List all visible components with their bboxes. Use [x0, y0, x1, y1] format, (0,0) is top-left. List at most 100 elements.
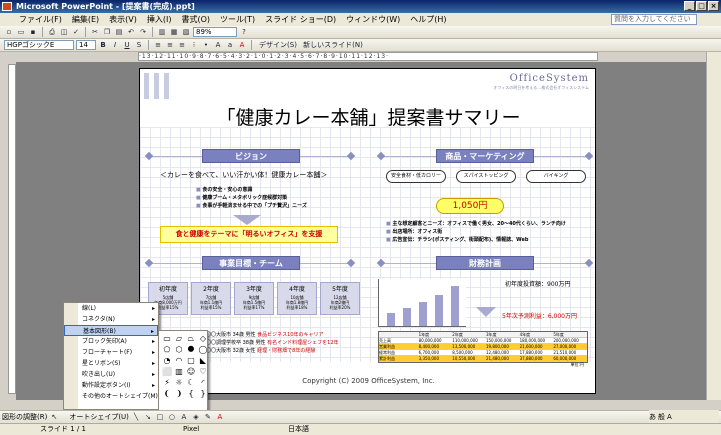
shape-pentagon[interactable]: ⬠: [161, 344, 173, 355]
minimize-button[interactable]: _: [684, 1, 695, 11]
underline-icon[interactable]: U: [122, 40, 132, 50]
line-icon[interactable]: ╲: [131, 412, 141, 422]
shape-rectangle[interactable]: ▭: [161, 333, 173, 344]
align-left-icon[interactable]: ≡: [153, 40, 163, 50]
maximize-button[interactable]: □: [696, 1, 707, 11]
autoshape-menu-button[interactable]: オートシェイプ(U): [69, 412, 129, 422]
copy-icon[interactable]: ❐: [102, 27, 112, 37]
draw-menu-button[interactable]: 図形の調整(R): [2, 412, 47, 422]
menu-format[interactable]: 書式(O): [176, 13, 215, 26]
menu-item-stars-ribbons[interactable]: 星とリボン(S) ▸: [64, 358, 158, 369]
line-color-icon[interactable]: ✎: [203, 412, 213, 422]
shrink-font-icon[interactable]: a: [225, 40, 235, 50]
menu-window[interactable]: ウィンドウ(W): [341, 13, 405, 26]
menu-item-action-buttons[interactable]: 動作設定ボタン(I) ▸: [64, 380, 158, 391]
ime-mode[interactable]: 般: [658, 412, 665, 422]
shape-triangle[interactable]: ◣: [197, 355, 209, 366]
shape-left-brace[interactable]: {: [185, 388, 197, 399]
menu-help[interactable]: ヘルプ(H): [405, 13, 451, 26]
preview-icon[interactable]: ◫: [59, 27, 69, 37]
shape-lightning[interactable]: ⚡: [161, 377, 173, 388]
menu-item-connectors[interactable]: コネクタ(N) ▸: [64, 314, 158, 325]
menu-insert[interactable]: 挿入(I): [142, 13, 177, 26]
oval-icon[interactable]: ○: [167, 412, 177, 422]
product-pill[interactable]: 安全食材・低カロリー: [386, 170, 446, 183]
shape-oval[interactable]: ◯: [197, 344, 209, 355]
menu-item-more-autoshapes[interactable]: その他のオートシェイプ(M): [64, 391, 158, 402]
shape-octagon[interactable]: ⯃: [185, 344, 197, 355]
undo-icon[interactable]: ↶: [126, 27, 136, 37]
vision-header[interactable]: ビジョン: [202, 149, 300, 163]
ime-hiragana[interactable]: あ: [649, 412, 656, 422]
redo-icon[interactable]: ↷: [138, 27, 148, 37]
font-color-icon[interactable]: A: [237, 40, 247, 50]
menu-item-block-arrows[interactable]: ブロック矢印(A) ▸: [64, 336, 158, 347]
finance-header[interactable]: 財務計画: [436, 256, 534, 270]
finance-chart[interactable]: [378, 279, 466, 327]
product-pill[interactable]: バイキング: [526, 170, 586, 183]
zoom-combo[interactable]: 89%: [193, 27, 237, 37]
chart-icon[interactable]: ▥: [157, 27, 167, 37]
menu-edit[interactable]: 編集(E): [67, 13, 104, 26]
shape-parallelogram[interactable]: ▱: [173, 333, 185, 344]
shape-hexagon[interactable]: ⬡: [173, 344, 185, 355]
print-icon[interactable]: ⎙: [47, 27, 57, 37]
numbering-icon[interactable]: ⁝: [189, 40, 199, 50]
goal-textbox[interactable]: 食と健康をテーマに「明るいオフィス」を支援: [160, 226, 338, 243]
shape-left-paren[interactable]: ❨: [161, 388, 173, 399]
shape-sun[interactable]: ☼: [173, 377, 185, 388]
shape-right-brace[interactable]: }: [197, 388, 209, 399]
vertical-scrollbar[interactable]: [706, 52, 721, 400]
year-block[interactable]: 2年度 7店舗 年商1.1億円 利益率15%: [191, 282, 231, 315]
ime-alpha[interactable]: A: [667, 413, 672, 421]
menu-item-lines[interactable]: 線(L) ▸: [64, 303, 158, 314]
year-block[interactable]: 3年度 9店舗 年商1.5億円 利益率17%: [234, 282, 274, 315]
price-badge[interactable]: 1,050円: [436, 198, 504, 214]
textbox-icon[interactable]: A: [179, 412, 189, 422]
close-button[interactable]: ×: [708, 1, 719, 11]
finance-table[interactable]: 1年度 2年度 3年度 4年度 5年度 売上高 80,000,000 110,0…: [378, 331, 588, 367]
design-button[interactable]: デザイン(S): [256, 40, 300, 50]
shape-right-paren[interactable]: ❩: [173, 388, 185, 399]
new-icon[interactable]: ▫: [4, 27, 14, 37]
menu-item-callouts[interactable]: 吹き出し(U) ▸: [64, 369, 158, 380]
bullets-icon[interactable]: •: [201, 40, 211, 50]
shape-bracket[interactable]: ◜: [197, 377, 209, 388]
bold-icon[interactable]: B: [98, 40, 108, 50]
shadow-icon[interactable]: S: [134, 40, 144, 50]
shape-arc[interactable]: ◠: [173, 355, 185, 366]
shape-trapezoid[interactable]: ⏢: [185, 333, 197, 344]
fill-color-icon[interactable]: ◈: [191, 412, 201, 422]
help-icon[interactable]: ?: [239, 27, 249, 37]
menu-slideshow[interactable]: スライド ショー(D): [260, 13, 341, 26]
goals-header[interactable]: 事業目標・チーム: [202, 256, 300, 270]
menu-tools[interactable]: ツール(T): [215, 13, 260, 26]
rectangle-icon[interactable]: □: [155, 412, 165, 422]
shape-moon[interactable]: ☾: [185, 377, 197, 388]
slide-title[interactable]: 「健康カレー本舗」提案書サマリー: [140, 103, 595, 130]
font-combo[interactable]: HGPゴシックE: [4, 40, 74, 50]
font-size-combo[interactable]: 14: [76, 40, 96, 50]
align-right-icon[interactable]: ≡: [177, 40, 187, 50]
shape-can[interactable]: ▥: [173, 366, 185, 377]
spell-icon[interactable]: ✓: [71, 27, 81, 37]
save-icon[interactable]: ▪: [28, 27, 38, 37]
italic-icon[interactable]: I: [110, 40, 120, 50]
table-icon[interactable]: ▦: [169, 27, 179, 37]
arrow-icon[interactable]: ↘: [143, 412, 153, 422]
shape-pie[interactable]: ◔: [161, 355, 173, 366]
shape-diamond[interactable]: ◇: [197, 333, 209, 344]
year-block[interactable]: 5年度 12店舗 年商2億円 利益率20%: [320, 282, 360, 315]
menu-item-flowchart[interactable]: フローチャート(F) ▸: [64, 347, 158, 358]
grow-font-icon[interactable]: A: [213, 40, 223, 50]
cut-icon[interactable]: ✂: [90, 27, 100, 37]
shape-cube[interactable]: ⬜: [161, 366, 173, 377]
menu-file[interactable]: ファイル(F): [14, 13, 67, 26]
select-pointer-icon[interactable]: ↖: [49, 412, 59, 422]
help-search-input[interactable]: 質問を入力してください: [611, 14, 697, 25]
insert-icon[interactable]: ▧: [181, 27, 191, 37]
menu-item-basic-shapes[interactable]: 基本図形(B) ▸: [64, 325, 158, 336]
menu-view[interactable]: 表示(V): [104, 13, 142, 26]
align-center-icon[interactable]: ≡: [165, 40, 175, 50]
year-block[interactable]: 4年度 10店舗 年商1.8億円 利益率18%: [277, 282, 317, 315]
